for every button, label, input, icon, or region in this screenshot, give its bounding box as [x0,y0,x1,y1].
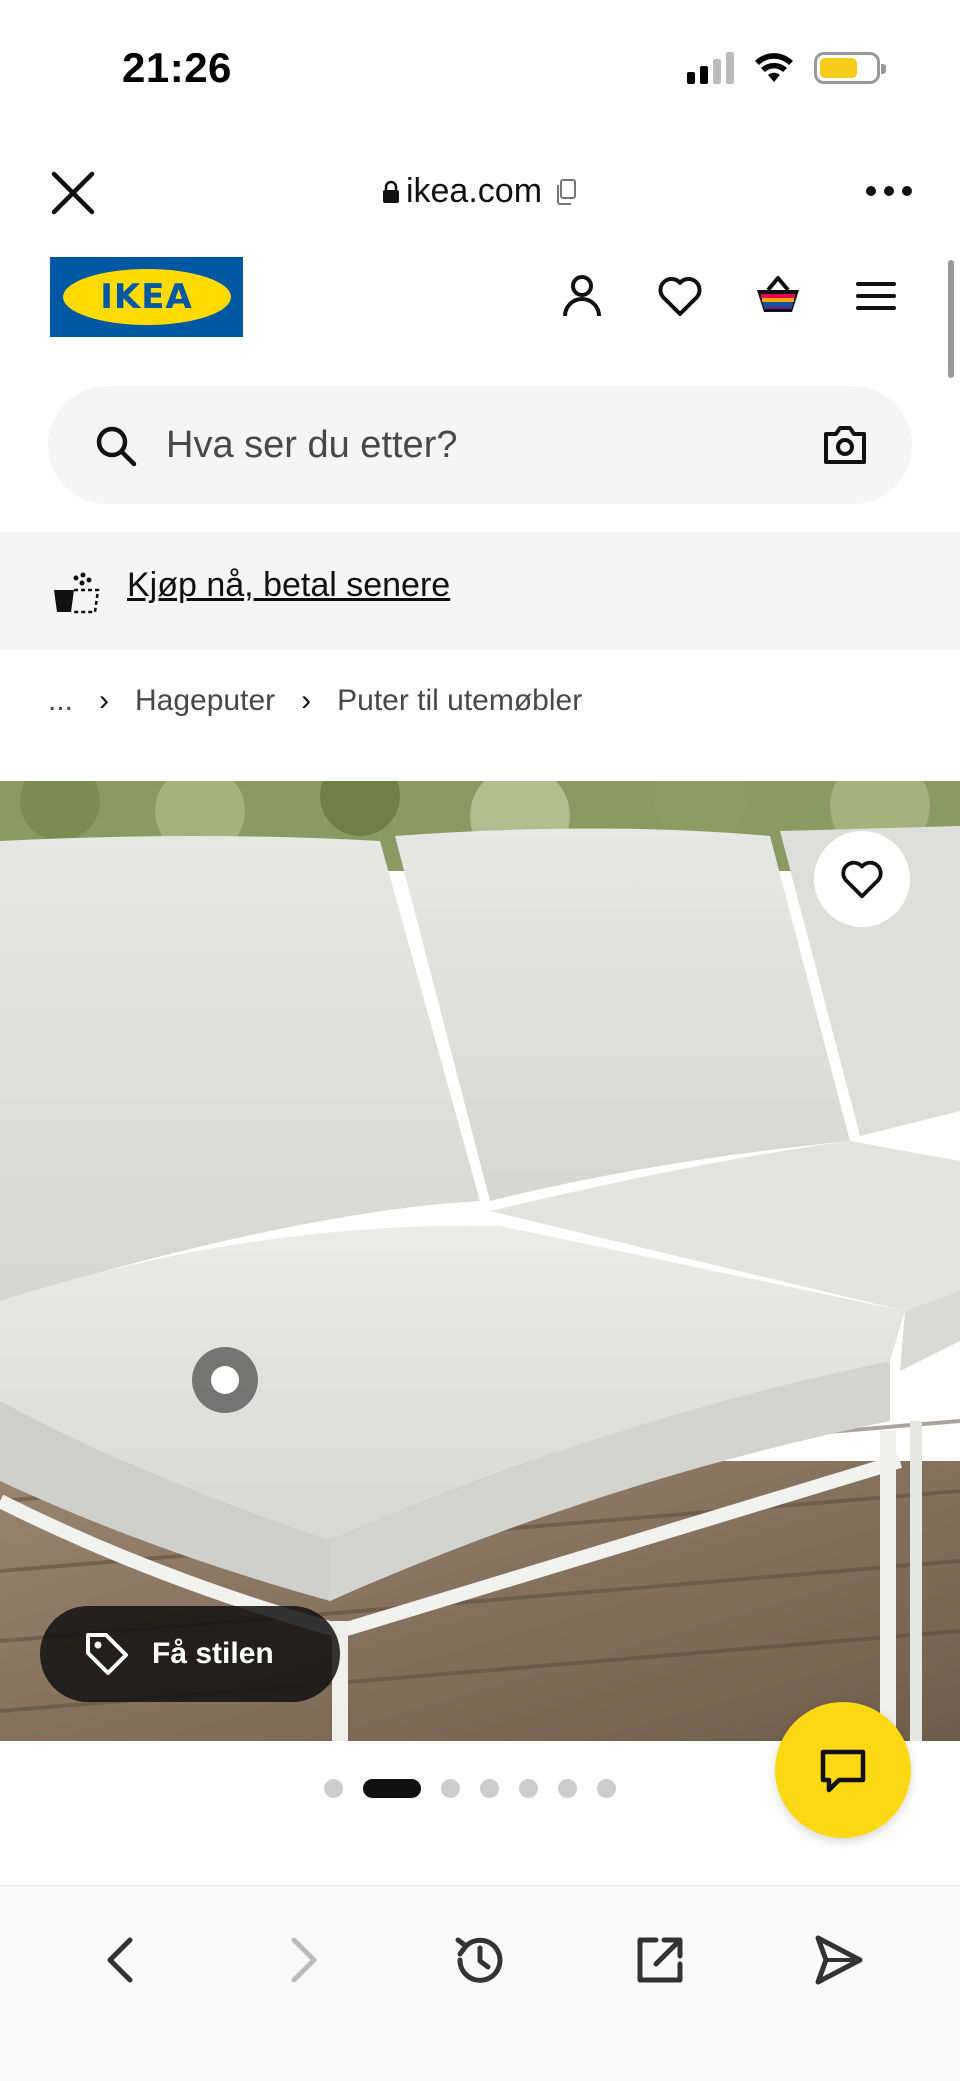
chevron-right-icon: › [99,684,110,717]
promo-link[interactable]: Kjøp nå, betal senere [127,566,450,605]
more-icon[interactable] [866,186,912,196]
chevron-right-icon: › [301,684,312,717]
lock-icon [382,180,399,203]
favorite-button[interactable] [814,831,910,927]
breadcrumb-ellipsis[interactable]: ... [48,684,73,718]
url-text: ikea.com [405,172,543,210]
battery-level [820,58,857,78]
status-time: 21:26 [122,44,232,91]
product-image[interactable]: Få stilen [0,781,960,1741]
promo-banner[interactable]: Kjøp nå, betal senere [0,532,960,650]
status-icons [687,52,886,84]
heart-icon[interactable] [656,272,704,320]
header-icons [558,272,900,320]
signal-icon [687,52,734,84]
battery-icon [814,52,886,84]
camera-icon[interactable] [822,422,868,468]
browser-bar: ikea.com [0,150,960,236]
forward-icon [291,1937,317,1983]
heart-icon [841,860,883,899]
copy-icon[interactable] [554,178,578,206]
menu-icon[interactable] [852,272,900,320]
breadcrumb-item[interactable]: Puter til utemøbler [337,684,582,718]
get-the-style-button[interactable]: Få stilen [40,1606,340,1702]
carousel-dot[interactable] [480,1779,499,1798]
carousel-dot[interactable] [519,1779,538,1798]
product-hotspot[interactable] [192,1347,258,1413]
ikea-logo[interactable]: IKEA [50,257,243,337]
hotspot-dot [211,1366,239,1394]
search-placeholder[interactable]: Hva ser du etter? [166,424,457,467]
back-icon[interactable] [92,1930,152,1990]
tag-icon [86,1633,128,1675]
status-bar: 21:26 [0,0,960,140]
get-the-style-label: Få stilen [152,1637,274,1670]
carousel-dot[interactable] [558,1779,577,1798]
search-field[interactable]: Hva ser du etter? [48,386,912,504]
chat-icon [820,1749,866,1793]
share-icon[interactable] [808,1930,868,1990]
logo-text: IKEA [100,277,193,317]
chat-button[interactable] [775,1702,911,1838]
account-icon[interactable] [558,272,606,320]
browser-toolbar [0,1885,960,2081]
carousel-dot[interactable] [324,1779,343,1798]
wifi-icon [755,53,793,82]
breadcrumb-item[interactable]: Hageputer [135,684,275,718]
buy-now-pay-later-icon [54,572,100,614]
search-icon [96,426,137,467]
carousel-dot[interactable] [441,1779,460,1798]
logo-oval: IKEA [62,269,231,325]
sofa-cushion-photo [0,781,960,1741]
carousel-dot[interactable] [597,1779,616,1798]
breadcrumb: ... › Hageputer › Puter til utemøbler [48,684,582,718]
scroll-indicator[interactable] [948,260,954,378]
site-header: IKEA [0,250,960,350]
open-external-icon[interactable] [630,1930,690,1990]
carousel-dot-active[interactable] [363,1779,421,1798]
url-bar[interactable]: ikea.com [0,172,960,211]
history-icon[interactable] [450,1930,510,1990]
basket-icon[interactable] [754,272,802,320]
